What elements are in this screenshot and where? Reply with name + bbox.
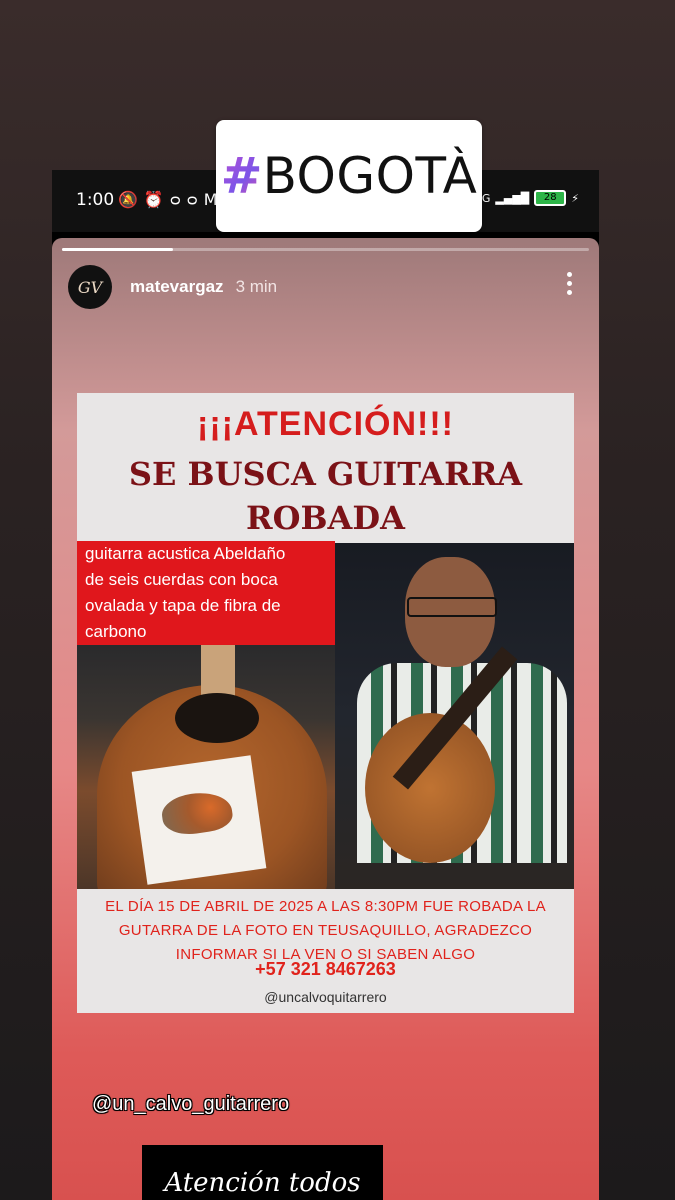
poster-title: ¡¡¡ATENCIÓN!!! bbox=[197, 405, 454, 443]
details-line: EL DÍA 15 DE ABRIL DE 2025 A LAS 8:30PM … bbox=[105, 898, 546, 915]
story-progress-fill bbox=[62, 248, 173, 251]
more-options-icon[interactable] bbox=[567, 272, 573, 295]
hashtag-text: BOGOTÀ bbox=[262, 147, 478, 205]
description-line: guitarra acustica Abeldaño bbox=[85, 544, 286, 563]
mute-icon: 🔕 bbox=[118, 190, 144, 209]
avatar[interactable]: GV bbox=[68, 265, 112, 309]
description-line: ovalada y tapa de fibra de bbox=[85, 596, 281, 615]
bird-image bbox=[159, 788, 235, 838]
story-progress-bar bbox=[62, 248, 589, 251]
charging-icon: ⚡ bbox=[571, 191, 579, 205]
story-card[interactable]: GV matevargaz 3 min ¡¡¡ATENCIÓN!!! SE BU… bbox=[52, 238, 599, 1200]
alarm-icon: ⏰ bbox=[143, 190, 170, 209]
voicemail-icon: ᴑᴑ bbox=[169, 190, 204, 209]
username[interactable]: matevargaz bbox=[130, 277, 224, 297]
story-header: GV matevargaz 3 min bbox=[68, 264, 277, 310]
signal-icon: ▂▄▆█ bbox=[495, 191, 530, 205]
poster-details: EL DÍA 15 DE ABRIL DE 2025 A LAS 8:30PM … bbox=[77, 895, 574, 967]
guitarist-photo bbox=[335, 543, 574, 889]
shared-poster[interactable]: ¡¡¡ATENCIÓN!!! SE BUSCA GUITARRA ROBADA … bbox=[77, 393, 574, 1013]
hashtag-symbol: # bbox=[220, 147, 263, 205]
status-icons: 🔕⏰ᴑᴑM bbox=[118, 190, 224, 209]
details-line: GUTARRA DE LA FOTO EN TEUSAQUILLO, AGRAD… bbox=[118, 922, 533, 939]
post-time: 3 min bbox=[235, 277, 278, 296]
status-right: 4G ▂▄▆█ 28 ⚡ bbox=[475, 190, 579, 206]
battery-icon: 28 bbox=[534, 190, 567, 206]
status-time: 1:00 bbox=[76, 190, 115, 210]
mention-sticker[interactable]: @un_calvo_guitarrero bbox=[92, 1093, 289, 1116]
poster-handle: @uncalvoquitarrero bbox=[264, 989, 387, 1005]
caption-text: Atención todos bbox=[142, 1145, 383, 1200]
strings-package bbox=[131, 755, 267, 885]
guitar-description-box: guitarra acustica Abeldaño de seis cuerd… bbox=[77, 541, 335, 645]
hashtag-sticker[interactable]: # BOGOTÀ bbox=[216, 120, 482, 232]
description-line: carbono bbox=[85, 622, 147, 641]
poster-subtitle-line2: ROBADA bbox=[246, 499, 405, 537]
description-line: de seis cuerdas con boca bbox=[85, 570, 278, 589]
phone-screenshot: 1:00 🔕⏰ᴑᴑM 4G ▂▄▆█ 28 ⚡ GV matevargaz 3 … bbox=[52, 170, 599, 1200]
poster-phone: +57 321 8467263 bbox=[255, 959, 396, 979]
poster-subtitle-line1: SE BUSCA GUITARRA bbox=[128, 455, 523, 493]
guitar-photo bbox=[77, 645, 335, 889]
